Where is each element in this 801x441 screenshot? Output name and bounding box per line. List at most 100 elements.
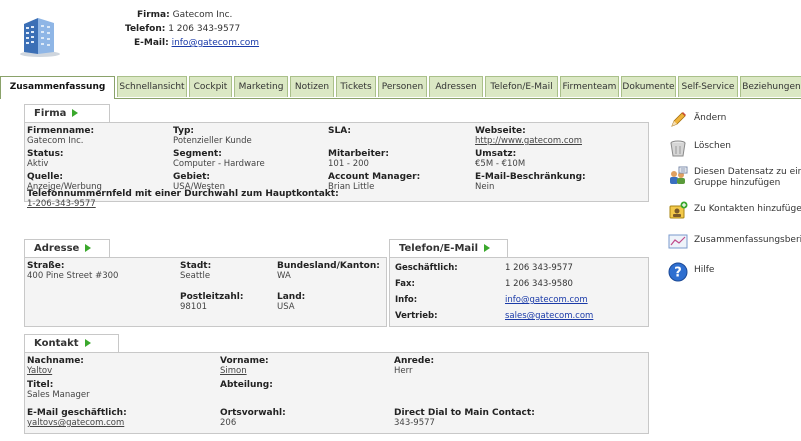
loeschen-label: Löschen bbox=[694, 141, 731, 151]
field-ortsvorwahl: Ortsvorwahl: 206 bbox=[220, 408, 286, 428]
email-geschaeftlich-link[interactable]: yaltovs@gatecom.com bbox=[27, 418, 127, 428]
gruppe-hinzufuegen-action[interactable]: Diesen Datensatz zu einer Gruppe hinzufü… bbox=[664, 166, 801, 192]
tab-self-service[interactable]: Self-Service bbox=[678, 76, 738, 97]
field-email-geschaeftlich: E-Mail geschäftlich: yaltovs@gatecom.com bbox=[27, 408, 127, 428]
header-telefon: Telefon: 1 206 343-9577 bbox=[125, 24, 240, 34]
field-direct-dial: Direct Dial to Main Contact: 343-9577 bbox=[394, 408, 535, 428]
field-firmenname: Firmenname: Gatecom Inc. bbox=[27, 126, 94, 146]
hilfe-label: Hilfe bbox=[694, 265, 715, 275]
info-email-link[interactable]: info@gatecom.com bbox=[505, 295, 588, 305]
zu-kontakten-label: Zu Kontakten hinzufügen bbox=[694, 204, 801, 214]
field-account-manager: Account Manager: Brian Little bbox=[328, 172, 420, 192]
nachname-link[interactable]: Yaltov bbox=[27, 366, 84, 376]
postleitzahl-label: Postleitzahl: bbox=[180, 292, 244, 302]
tab-schnellansicht[interactable]: Schnellansicht bbox=[117, 76, 187, 97]
telefon-panel: Geschäftlich: 1 206 343-9577 Fax: 1 206 … bbox=[389, 257, 649, 327]
field-vertrieb: Vertrieb: bbox=[395, 311, 438, 321]
tab-personen[interactable]: Personen bbox=[378, 76, 427, 97]
header-email-link[interactable]: info@gatecom.com bbox=[172, 38, 259, 48]
typ-value: Potenzieller Kunde bbox=[173, 136, 252, 146]
zu-kontakten-action[interactable]: Zu Kontakten hinzufügen bbox=[664, 201, 801, 223]
abteilung-label: Abteilung: bbox=[220, 380, 273, 390]
contact-add-icon bbox=[669, 201, 688, 219]
tab-firmenteam[interactable]: Firmenteam bbox=[560, 76, 619, 97]
field-webseite: Webseite: http://www.gatecom.com bbox=[475, 126, 582, 146]
record-header: Firma: Gatecom Inc. Telefon: 1 206 343-9… bbox=[0, 0, 801, 68]
firmenname-label: Firmenname: bbox=[27, 126, 95, 136]
telefon-section-tab[interactable]: Telefon/E-Mail bbox=[389, 239, 508, 257]
firmenname-value: Gatecom Inc. bbox=[27, 136, 84, 146]
segment-value: Computer - Hardware bbox=[173, 159, 265, 169]
umsatz-value: €5M - €10M bbox=[475, 159, 526, 169]
svg-text:?: ? bbox=[674, 266, 682, 281]
adresse-section-title: Adresse bbox=[34, 243, 80, 254]
telefonnummer-link[interactable]: 1-206-343-9577 bbox=[27, 199, 339, 209]
field-vorname: Vorname: Simon bbox=[220, 356, 269, 376]
segment-label: Segment: bbox=[173, 149, 222, 159]
header-firma-value: Gatecom Inc. bbox=[172, 10, 233, 20]
quelle-label: Quelle: bbox=[27, 172, 64, 182]
field-segment: Segment: Computer - Hardware bbox=[173, 149, 265, 169]
bundesland-label: Bundesland/Kanton: bbox=[277, 261, 380, 271]
titel-value: Sales Manager bbox=[27, 390, 90, 400]
tab-cockpit[interactable]: Cockpit bbox=[189, 76, 232, 97]
field-mitarbeiter: Mitarbeiter: 101 - 200 bbox=[328, 149, 389, 169]
tab-zusammenfassung[interactable]: Zusammenfassung bbox=[0, 76, 115, 99]
vorname-label: Vorname: bbox=[220, 356, 269, 366]
tab-marketing[interactable]: Marketing bbox=[234, 76, 288, 97]
webseite-label: Webseite: bbox=[475, 126, 526, 136]
land-value: USA bbox=[277, 302, 295, 312]
land-label: Land: bbox=[277, 292, 306, 302]
tab-notizen[interactable]: Notizen bbox=[290, 76, 334, 97]
field-umsatz: Umsatz: €5M - €10M bbox=[475, 149, 525, 169]
header-firma-label: Firma: bbox=[137, 10, 170, 20]
loeschen-action[interactable]: Löschen bbox=[664, 138, 801, 160]
kontakt-panel: Nachname: Yaltov Vorname: Simon Anrede: Her… bbox=[24, 352, 649, 434]
aendern-action[interactable]: Ändern bbox=[664, 110, 801, 130]
expand-arrow-icon bbox=[72, 109, 79, 117]
kontakt-section-title: Kontakt bbox=[34, 338, 79, 349]
gruppe-hinzufuegen-line1: Diesen Datensatz zu einer bbox=[694, 167, 801, 177]
zusammenfassungsbericht-label: Zusammenfassungsbericht bbox=[694, 235, 801, 245]
firma-section-title: Firma bbox=[34, 108, 67, 119]
strasse-value: 400 Pine Street #300 bbox=[27, 271, 119, 281]
vorname-link[interactable]: Simon bbox=[220, 366, 269, 376]
umsatz-label: Umsatz: bbox=[475, 149, 517, 159]
expand-arrow-icon bbox=[484, 244, 491, 252]
field-land: Land: USA bbox=[277, 292, 305, 312]
postleitzahl-value: 98101 bbox=[180, 302, 208, 312]
pencil-icon bbox=[671, 112, 686, 127]
tab-beziehungen[interactable]: Beziehungen bbox=[740, 76, 801, 97]
kontakt-section-tab[interactable]: Kontakt bbox=[24, 334, 119, 352]
aendern-label: Ändern bbox=[694, 113, 727, 123]
fax-value: 1 206 343-9580 bbox=[505, 279, 573, 289]
expand-arrow-icon bbox=[85, 244, 92, 252]
tab-adressen[interactable]: Adressen bbox=[429, 76, 483, 97]
vertrieb-email-link[interactable]: sales@gatecom.com bbox=[505, 311, 593, 321]
hilfe-action[interactable]: ? Hilfe bbox=[664, 262, 801, 284]
account-manager-label: Account Manager: bbox=[328, 172, 421, 182]
tab-dokumente[interactable]: Dokumente bbox=[621, 76, 676, 97]
field-strasse: Straße: 400 Pine Street #300 bbox=[27, 261, 118, 281]
anrede-label: Anrede: bbox=[394, 356, 435, 366]
header-telefon-value: 1 206 343-9577 bbox=[168, 24, 241, 34]
field-geschaeftlich: Geschäftlich: bbox=[395, 263, 458, 273]
field-info: Info: bbox=[395, 295, 417, 305]
adresse-section-tab[interactable]: Adresse bbox=[24, 239, 110, 257]
firma-section-tab[interactable]: Firma bbox=[24, 104, 110, 122]
tab-telefon-email[interactable]: Telefon/E-Mail bbox=[485, 76, 558, 97]
tab-tickets[interactable]: Tickets bbox=[336, 76, 376, 97]
building-icon bbox=[20, 18, 60, 57]
firma-panel: Firmenname: Gatecom Inc. Typ: Potenzieller… bbox=[24, 122, 649, 209]
field-abteilung: Abteilung: bbox=[220, 380, 273, 390]
zusammenfassungsbericht-action[interactable]: Zusammenfassungsbericht bbox=[664, 232, 801, 254]
group-add-icon bbox=[670, 166, 688, 184]
telefon-section-title: Telefon/E-Mail bbox=[399, 243, 479, 254]
field-titel: Titel: Sales Manager bbox=[27, 380, 90, 400]
fax-label: Fax: bbox=[395, 279, 415, 289]
webseite-link[interactable]: http://www.gatecom.com bbox=[475, 136, 582, 146]
report-chart-icon bbox=[668, 234, 688, 249]
field-telefonnummer: Telefonnummernfeld mit einer Durchwahl z… bbox=[27, 189, 339, 209]
expand-arrow-icon bbox=[84, 339, 91, 347]
mitarbeiter-value: 101 - 200 bbox=[328, 159, 369, 169]
